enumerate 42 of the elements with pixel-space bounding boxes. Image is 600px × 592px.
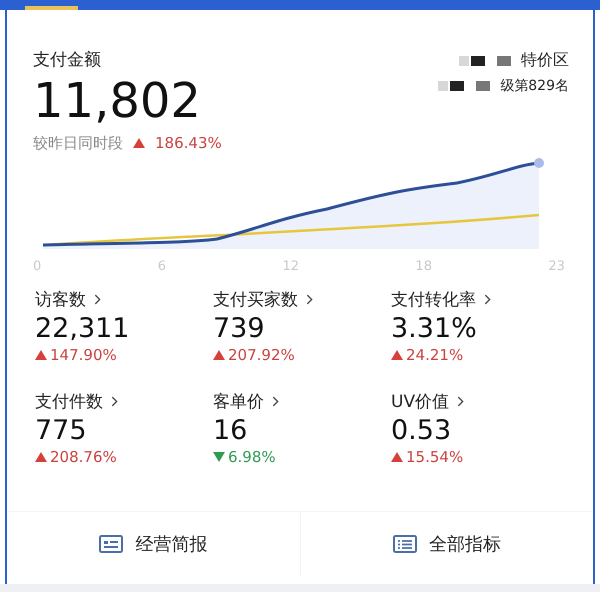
- id-card-icon: [99, 535, 124, 553]
- list-icon: [392, 535, 417, 553]
- up-triangle-icon: [133, 138, 145, 148]
- change-percent: 186.43%: [155, 134, 222, 152]
- compare-label: 较昨日同时段: [33, 134, 123, 153]
- metric-value: 739: [213, 312, 266, 344]
- metric-link[interactable]: UV价值: [391, 390, 450, 413]
- metric-link[interactable]: 客单价: [213, 390, 264, 413]
- up-triangle-icon: [35, 452, 47, 462]
- change-percent: 15.54%: [406, 448, 464, 466]
- chevron-right-icon: [272, 396, 279, 407]
- change-percent: 147.90%: [50, 346, 117, 364]
- metric-value: 0.53: [391, 414, 452, 446]
- metric-value: 775: [35, 414, 88, 446]
- chevron-right-icon: [111, 396, 118, 407]
- payment-amount: 11,802: [33, 75, 202, 128]
- change-percent: 24.21%: [406, 346, 464, 364]
- action-button[interactable]: 全部指标: [300, 512, 593, 576]
- action-button[interactable]: 经营简报: [7, 512, 300, 576]
- up-triangle-icon: [35, 350, 47, 360]
- up-triangle-icon: [391, 350, 403, 360]
- chevron-right-icon: [94, 294, 101, 305]
- change-percent: 207.92%: [228, 346, 295, 364]
- down-triangle-icon: [213, 452, 225, 462]
- chevron-right-icon: [457, 396, 464, 407]
- metric-link[interactable]: 支付转化率: [391, 288, 476, 311]
- metric-link[interactable]: 支付买家数: [213, 288, 298, 311]
- tab-indicator[interactable]: [25, 6, 78, 10]
- chevron-right-icon: [306, 294, 313, 305]
- metric-value: 16: [213, 414, 248, 446]
- up-triangle-icon: [213, 350, 225, 360]
- metric-link[interactable]: 支付件数: [35, 390, 103, 413]
- metric-label: 支付金额: [33, 49, 102, 71]
- up-triangle-icon: [391, 452, 403, 462]
- change-percent: 208.76%: [50, 448, 117, 466]
- rank-text: 特价区: [521, 50, 569, 71]
- change-percent: 6.98%: [228, 448, 276, 466]
- metric-value: 3.31%: [391, 312, 478, 344]
- rank-text: 级第829名: [500, 77, 569, 95]
- chevron-right-icon: [484, 294, 491, 305]
- metric-link[interactable]: 访客数: [35, 288, 86, 311]
- metric-value: 22,311: [35, 312, 130, 344]
